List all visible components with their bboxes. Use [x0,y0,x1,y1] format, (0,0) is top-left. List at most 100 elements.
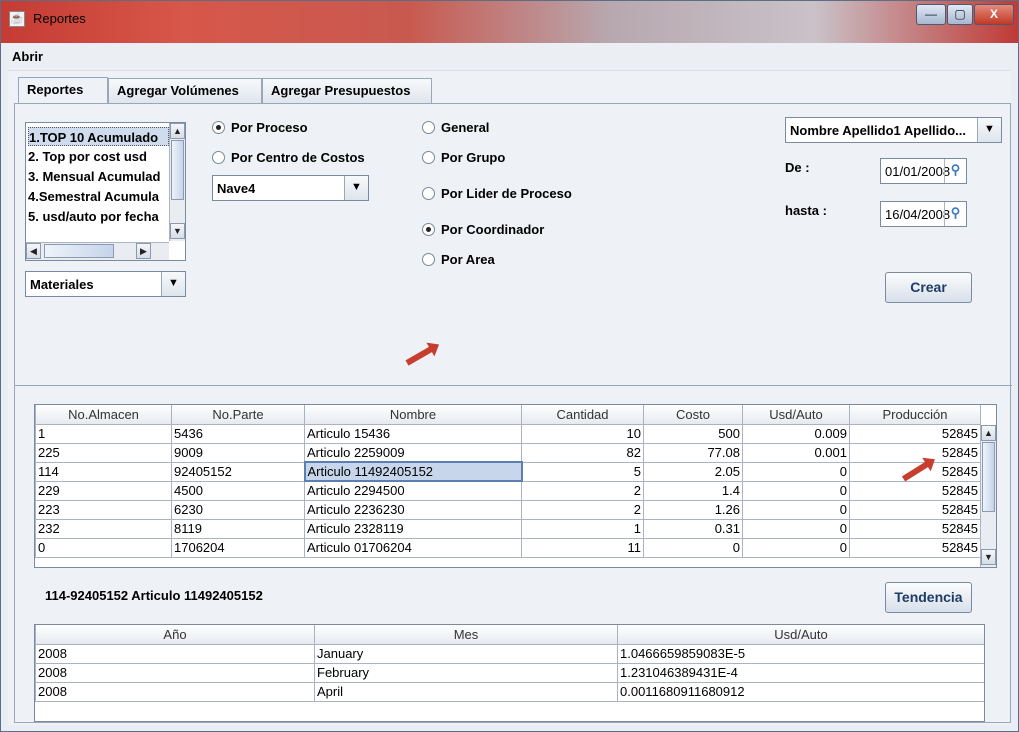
radio-por-proceso[interactable]: Por Proceso [212,120,308,135]
results-table[interactable]: No.Almacen No.Parte Nombre Cantidad Costo Usd… [34,404,997,568]
table-cell[interactable]: 2.05 [643,461,743,482]
table-cell[interactable]: 1.4 [643,480,743,501]
crear-button[interactable]: Crear [885,272,972,303]
maximize-button[interactable]: ▢ [947,4,973,25]
table-cell[interactable]: 1.0466659859083E-5 [617,643,984,664]
list-vertical-scrollbar[interactable]: ▲ ▼ [169,123,185,241]
chevron-down-icon[interactable]: ▼ [977,118,1001,142]
column-header[interactable]: No.Parte [171,405,305,425]
nave-select[interactable]: Nave4 ▼ [212,175,369,201]
table-cell[interactable]: 0 [742,499,850,520]
list-horizontal-scrollbar[interactable]: ◀ ▶ [26,242,169,260]
table-row[interactable]: 229 4500 Articulo 2294500 2 1.4 0 52845 [35,480,981,501]
table-row[interactable]: 114 92405152 Articulo 11492405152 5 2.05 0 528… [35,461,981,482]
table-cell[interactable]: Articulo 2236230 [304,499,522,520]
chevron-down-icon[interactable]: ▼ [161,272,185,296]
column-header[interactable]: Usd/Auto [742,405,850,425]
table-cell[interactable]: 223 [35,499,172,520]
tendencia-button[interactable]: Tendencia [885,582,972,613]
table-cell[interactable]: 2008 [35,643,315,664]
table-cell[interactable]: 229 [35,480,172,501]
table-row[interactable]: 232 8119 Articulo 2328119 1 0.31 0 52845 [35,518,981,539]
scroll-down-icon[interactable]: ▼ [981,549,996,565]
minimize-button[interactable]: — [916,4,946,25]
table-cell[interactable]: Articulo 15436 [304,423,522,444]
table-cell[interactable]: 82 [521,442,644,463]
table-cell[interactable]: January [314,643,618,664]
tab-agregar-volumenes[interactable]: Agregar Volúmenes [108,78,262,104]
table-cell[interactable]: 2008 [35,662,315,683]
table-cell[interactable]: Articulo 2294500 [304,480,522,501]
report-type-list[interactable]: 1.TOP 10 Acumulado 2. Top por cost usd 3… [25,122,186,261]
title-bar[interactable]: ☕ Reportes — ▢ X [1,1,1018,43]
table-cell[interactable]: February [314,662,618,683]
scroll-thumb[interactable] [982,442,995,512]
chevron-down-icon[interactable]: ▼ [344,176,368,200]
column-header[interactable]: Cantidad [521,405,644,425]
table-row[interactable]: 1 5436 Articulo 15436 10 500 0.009 52845 [35,423,981,444]
radio-general[interactable]: General [422,120,489,135]
table-cell[interactable]: 52845 [849,442,981,463]
table-cell[interactable]: Articulo 2259009 [304,442,522,463]
column-header[interactable]: Mes [314,625,618,645]
column-header[interactable]: No.Almacen [35,405,172,425]
table-cell[interactable]: Articulo 11492405152 [303,461,523,482]
column-header[interactable]: Costo [643,405,743,425]
radio-por-area[interactable]: Por Area [422,252,495,267]
column-header[interactable]: Nombre [304,405,522,425]
table-cell[interactable]: 4500 [171,480,305,501]
table-cell[interactable]: 0 [742,518,850,539]
person-select[interactable]: Nombre Apellido1 Apellido... ▼ [785,117,1002,143]
trend-table[interactable]: Año Mes Usd/Auto 2008 January 1.046665985908… [34,624,985,722]
list-item[interactable]: 5. usd/auto por fecha [28,207,169,226]
table-cell[interactable]: 92405152 [171,461,305,482]
calendar-pin-icon[interactable]: ⚲ [944,159,966,183]
table-cell[interactable]: 232 [35,518,172,539]
table-cell[interactable]: 0.009 [742,423,850,444]
table-cell[interactable]: 8119 [171,518,305,539]
column-header[interactable]: Producción [849,405,981,425]
table-cell[interactable]: 2008 [35,681,315,702]
table-cell[interactable]: 0 [35,537,172,558]
list-item[interactable]: 1.TOP 10 Acumulado [28,127,169,146]
calendar-pin-icon[interactable]: ⚲ [944,202,966,226]
tab-reportes[interactable]: Reportes [18,77,108,105]
materiales-select[interactable]: Materiales ▼ [25,271,186,297]
table-row[interactable]: 2008 February 1.231046389431E-4 [35,662,984,683]
table-cell[interactable]: 52845 [849,499,981,520]
table-cell[interactable]: 52845 [849,480,981,501]
table-cell[interactable]: April [314,681,618,702]
table-cell[interactable]: 1 [35,423,172,444]
scroll-down-icon[interactable]: ▼ [170,223,185,239]
scroll-right-icon[interactable]: ▶ [136,243,151,259]
table-cell[interactable]: 0 [643,537,743,558]
table-cell[interactable]: 5436 [171,423,305,444]
radio-por-lider[interactable]: Por Lider de Proceso [422,186,572,201]
scroll-left-icon[interactable]: ◀ [26,243,41,259]
menu-abrir[interactable]: Abrir [12,49,43,64]
table-cell[interactable]: 0.31 [643,518,743,539]
table-cell[interactable]: 0.0011680911680912 [617,681,984,702]
table-cell[interactable]: 11 [521,537,644,558]
column-header[interactable]: Año [35,625,315,645]
table-cell[interactable]: 9009 [171,442,305,463]
scroll-thumb[interactable] [44,244,114,258]
scroll-thumb[interactable] [171,140,184,200]
table-cell[interactable]: 10 [521,423,644,444]
table-cell[interactable]: 2 [521,480,644,501]
results-vertical-scrollbar[interactable]: ▲ ▼ [980,425,996,567]
table-cell[interactable]: 1 [521,518,644,539]
table-cell[interactable]: 52845 [849,423,981,444]
table-cell[interactable]: 114 [35,461,172,482]
table-cell[interactable]: 1706204 [171,537,305,558]
table-cell[interactable]: 0 [742,461,850,482]
radio-por-centro-costos[interactable]: Por Centro de Costos [212,150,365,165]
radio-por-coordinador[interactable]: Por Coordinador [422,222,544,237]
scroll-up-icon[interactable]: ▲ [170,123,185,139]
table-cell[interactable]: Articulo 2328119 [304,518,522,539]
scroll-up-icon[interactable]: ▲ [981,425,996,441]
table-cell[interactable]: 1.231046389431E-4 [617,662,984,683]
table-cell[interactable]: 1.26 [643,499,743,520]
table-cell[interactable]: 225 [35,442,172,463]
table-cell[interactable]: 52845 [849,537,981,558]
